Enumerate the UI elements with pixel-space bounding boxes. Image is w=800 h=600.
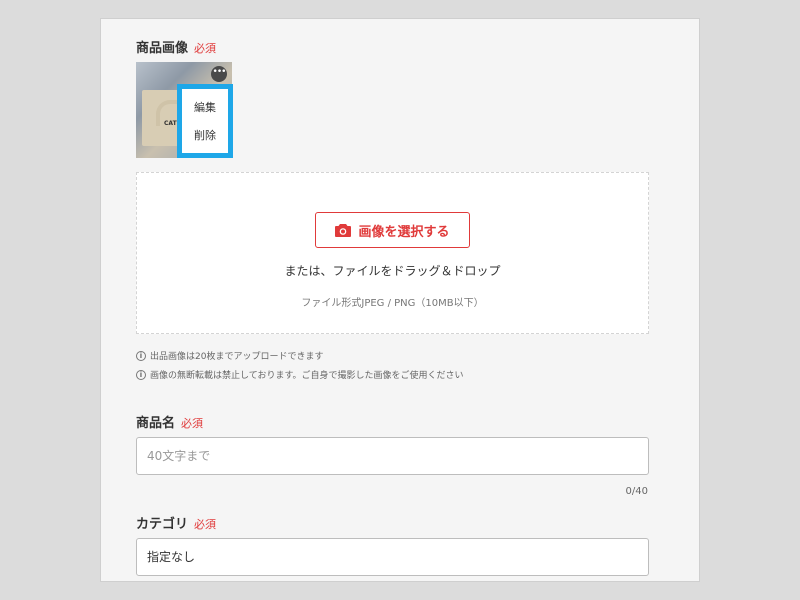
upload-limit-note: i 出品画像は20枚までアップロードできます	[136, 349, 323, 362]
upload-limit-text: 出品画像は20枚までアップロードできます	[150, 352, 324, 362]
required-badge: 必須	[194, 42, 217, 55]
info-icon: i	[136, 369, 146, 380]
image-context-menu: 編集 削除	[177, 84, 233, 158]
copyright-text: 画像の無断転載は禁止しております。ご自身で撮影した画像をご使用ください	[150, 371, 464, 381]
name-label-text: 商品名	[136, 416, 176, 431]
menu-item-delete[interactable]: 削除	[182, 127, 228, 143]
char-counter: 0/40	[625, 486, 648, 497]
more-dots-icon[interactable]: •••	[211, 66, 227, 82]
menu-item-edit[interactable]: 編集	[182, 99, 228, 115]
category-select[interactable]: 指定なし	[136, 538, 649, 576]
image-dropzone[interactable]: 画像を選択する または、ファイルをドラッグ＆ドロップ ファイル形式JPEG / …	[136, 172, 649, 334]
product-name-input[interactable]	[136, 437, 649, 475]
bag-print-text: CAT	[164, 120, 177, 127]
drag-drop-text: または、ファイルをドラッグ＆ドロップ	[284, 264, 501, 278]
select-image-label: 画像を選択する	[358, 224, 450, 240]
select-image-button[interactable]: 画像を選択する	[315, 212, 470, 248]
image-label-text: 商品画像	[136, 41, 189, 56]
file-format-text: ファイル形式JPEG / PNG（10MB以下）	[301, 298, 484, 309]
info-icon: i	[136, 350, 146, 361]
image-section-label: 商品画像 必須	[136, 37, 216, 56]
category-section-label: カテゴリ 必須	[136, 513, 216, 532]
camera-icon	[335, 223, 352, 237]
name-section-label: 商品名 必須	[136, 412, 203, 431]
category-label-text: カテゴリ	[136, 517, 189, 532]
copyright-note: i 画像の無断転載は禁止しております。ご自身で撮影した画像をご使用ください	[136, 368, 464, 381]
required-badge: 必須	[194, 518, 217, 531]
listing-form-panel: 商品画像 必須 CAT ••• 編集 削除 画像を選択する または、ファイルをド…	[100, 18, 700, 582]
required-badge: 必須	[181, 417, 204, 430]
